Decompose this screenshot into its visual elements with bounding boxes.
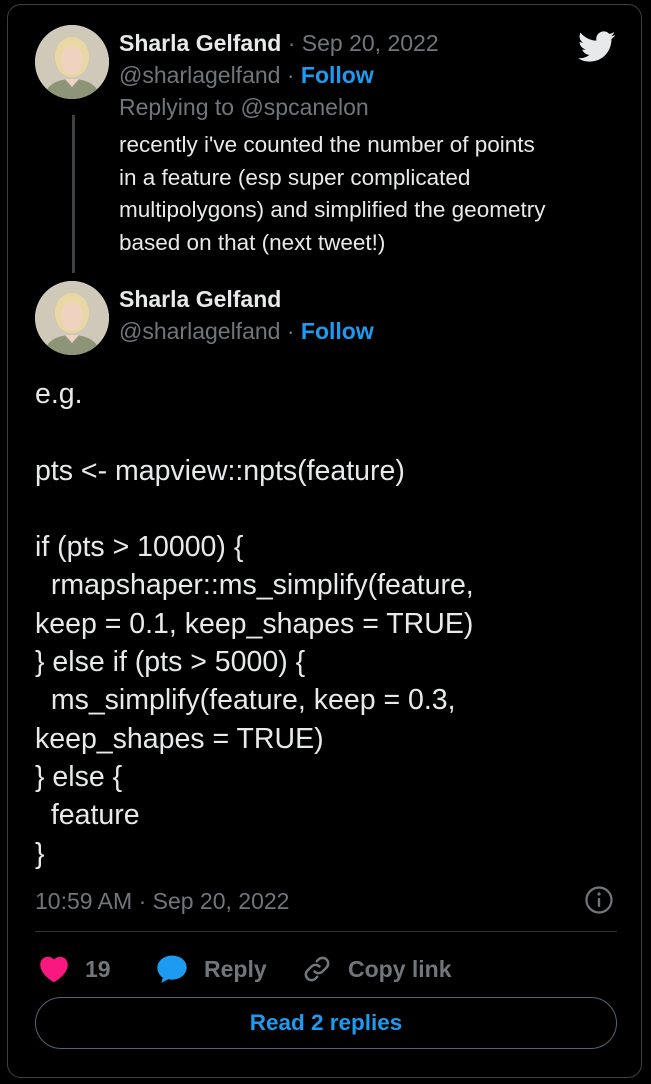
main-tweet-header: Sharla Gelfand bbox=[119, 285, 281, 313]
tweet-text-line: } bbox=[35, 837, 45, 870]
read-replies-button[interactable]: Read 2 replies bbox=[35, 997, 617, 1049]
follow-button[interactable]: Follow bbox=[301, 318, 374, 344]
avatar[interactable] bbox=[35, 281, 109, 355]
divider bbox=[35, 931, 617, 932]
tweet-date[interactable]: Sep 20, 2022 bbox=[302, 30, 439, 56]
main-tweet-text: e.g. pts <- mapview::npts(feature) if (p… bbox=[35, 375, 625, 873]
handle-separator: · bbox=[286, 318, 295, 344]
tweet-text-line: based on that (next tweet!) bbox=[119, 229, 386, 255]
author-handle[interactable]: @sharlagelfand bbox=[119, 318, 280, 344]
copy-link-button[interactable]: Copy link bbox=[302, 951, 452, 987]
parent-tweet-handle-row: @sharlagelfand · Follow bbox=[119, 61, 374, 89]
tweet-text-line: e.g. bbox=[35, 378, 83, 410]
info-icon[interactable] bbox=[584, 885, 614, 915]
handle-separator: · bbox=[286, 62, 295, 88]
author-name[interactable]: Sharla Gelfand bbox=[119, 30, 281, 56]
parent-tweet-header: Sharla Gelfand · Sep 20, 2022 bbox=[119, 29, 439, 57]
author-name[interactable]: Sharla Gelfand bbox=[119, 286, 281, 312]
reply-button[interactable]: Reply bbox=[156, 951, 267, 987]
tweet-text-line: multipolygons) and simplified the geomet… bbox=[119, 197, 546, 222]
tweet-timestamp[interactable]: 10:59 AM · Sep 20, 2022 bbox=[35, 887, 289, 915]
tweet-text-line: keep = 0.1, keep_shapes = TRUE) bbox=[35, 607, 474, 640]
tweet-text-line: feature bbox=[35, 799, 140, 832]
header-separator: · bbox=[287, 30, 296, 56]
tweet-text-line: keep_shapes = TRUE) bbox=[35, 722, 324, 755]
heart-icon bbox=[40, 956, 68, 983]
twitter-bird-icon[interactable] bbox=[578, 31, 616, 63]
reply-label: Reply bbox=[204, 955, 267, 982]
avatar-photo bbox=[35, 281, 109, 355]
read-replies-label: Read 2 replies bbox=[249, 1010, 403, 1035]
thread-connector-line bbox=[72, 115, 75, 273]
link-icon bbox=[304, 956, 330, 982]
author-handle[interactable]: @sharlagelfand bbox=[119, 62, 280, 88]
tweet-text-line bbox=[35, 413, 625, 451]
tweet-text-line: } else if (pts > 5000) { bbox=[35, 646, 306, 679]
tweet-text-line bbox=[35, 490, 625, 528]
avatar[interactable] bbox=[35, 25, 109, 99]
tweet-text-line: pts <- mapview::npts(feature) bbox=[35, 454, 405, 487]
tweet-text-line: recently i've counted the number of poin… bbox=[119, 132, 535, 157]
replying-to-label: Replying to @spcanelon bbox=[119, 94, 369, 120]
tweet-text-line: } else { bbox=[35, 760, 123, 793]
main-tweet-handle-row: @sharlagelfand · Follow bbox=[119, 317, 374, 345]
copy-link-label: Copy link bbox=[348, 955, 452, 982]
like-count: 19 bbox=[85, 955, 111, 982]
tweet-text-line: ms_simplify(feature, keep = 0.3, bbox=[35, 684, 456, 717]
follow-button[interactable]: Follow bbox=[301, 62, 374, 88]
tweet-text-line: rmapshaper::ms_simplify(feature, bbox=[35, 569, 474, 602]
embedded-tweet-card: Sharla Gelfand · Sep 20, 2022 @sharlagel… bbox=[7, 4, 642, 1078]
avatar-photo bbox=[35, 25, 109, 99]
like-button[interactable]: 19 bbox=[39, 951, 111, 987]
tweet-text-line: in a feature (esp super complicated bbox=[119, 164, 471, 190]
parent-tweet-text: recently i've counted the number of poin… bbox=[119, 129, 619, 259]
tweet-text-line: if (pts > 10000) { bbox=[35, 531, 244, 564]
speech-bubble-icon bbox=[157, 955, 187, 983]
